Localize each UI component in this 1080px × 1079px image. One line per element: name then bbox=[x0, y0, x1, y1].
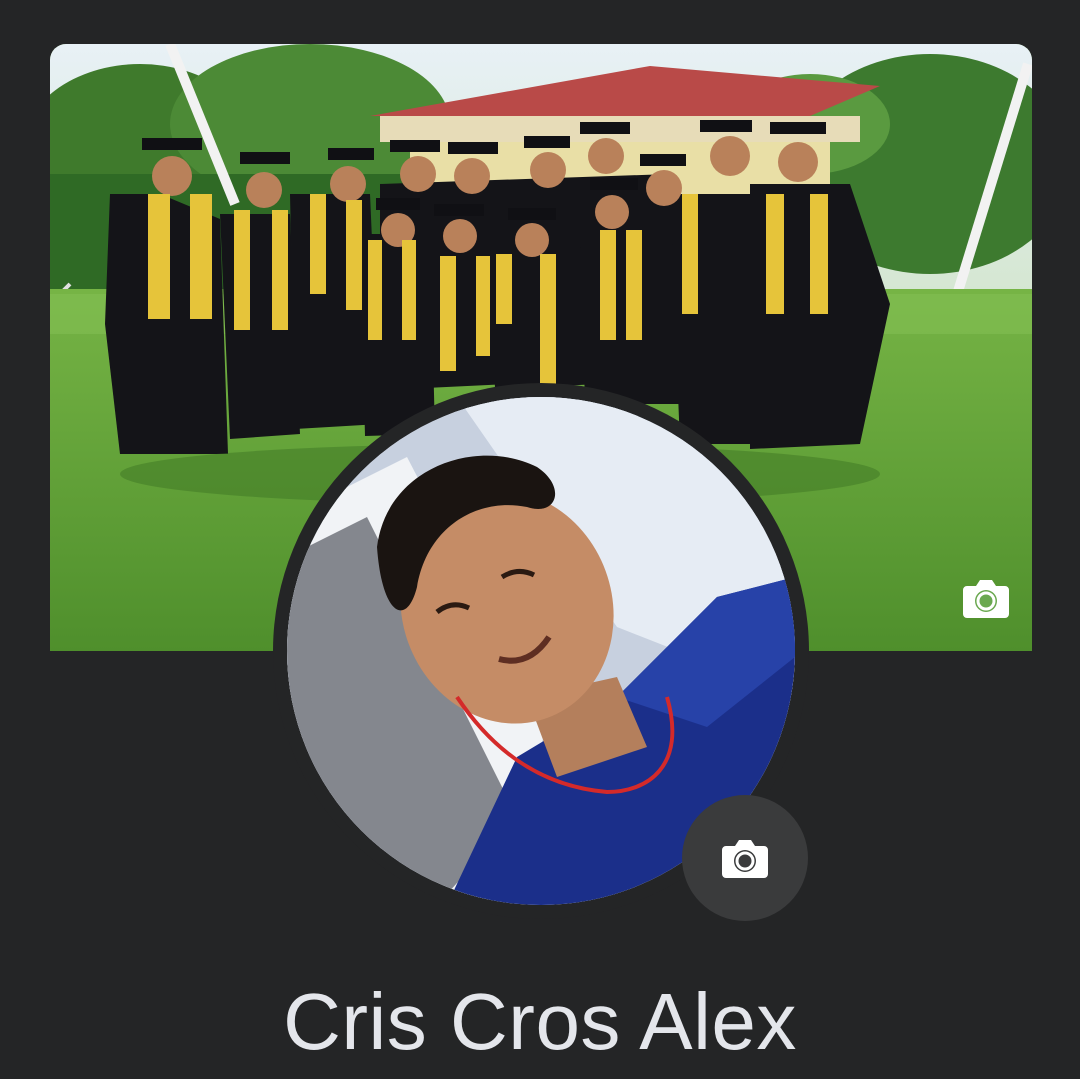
profile-picture-camera-button[interactable] bbox=[682, 795, 808, 921]
cover-camera-button[interactable] bbox=[961, 575, 1011, 621]
camera-icon bbox=[963, 580, 1009, 618]
camera-icon bbox=[722, 840, 768, 878]
profile-name: Cris Cros Alex bbox=[283, 977, 797, 1066]
profile-page: Cris Cros Alex bbox=[0, 0, 1080, 1079]
